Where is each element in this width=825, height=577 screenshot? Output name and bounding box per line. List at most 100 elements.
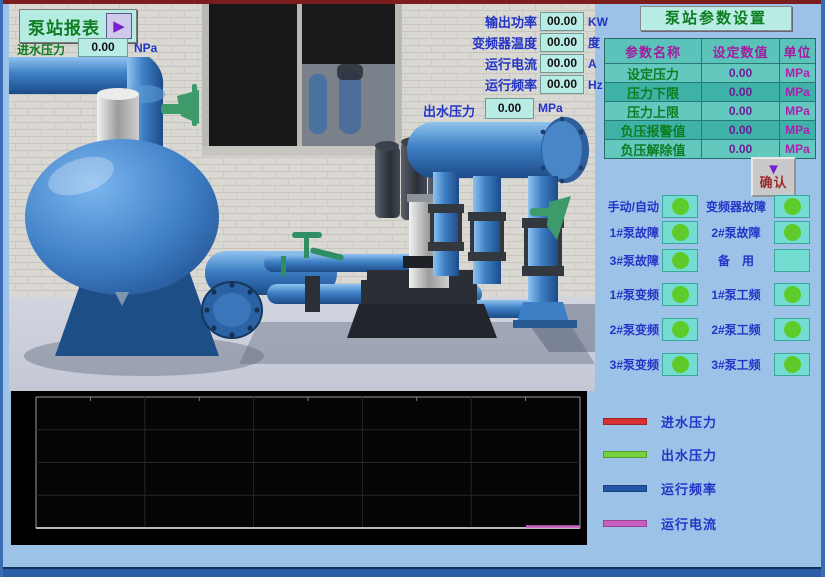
indicator-label: 备 用 [701,252,771,269]
readout-unit: KW [588,15,608,29]
trend-chart [11,391,587,545]
legend-label: 出水压力 [661,445,717,464]
legend-item: 运行电流 [603,515,821,531]
table-row: 设定压力 0.00 MPa [605,63,815,82]
param-value[interactable]: 0.00 [701,102,779,120]
status-lamp-icon [672,321,689,338]
param-unit: MPa [779,121,815,139]
column-header: 设定数值 [701,39,779,63]
status-lamp-box [662,318,698,341]
table-row: 压力上限 0.00 MPa [605,101,815,120]
play-icon[interactable]: ▶ [106,13,132,39]
status-lamp-box [662,283,698,306]
indicator-label: 1#泵工频 [701,286,771,303]
legend-swatch [603,418,647,425]
readout-label: 输出功率 [417,12,537,31]
table-row: 负压报警值 0.00 MPa [605,120,815,139]
confirm-button[interactable]: ▼ 确认 [751,157,796,197]
indicator-label: 手动/自动 [595,198,659,215]
readout-unit: 度 [588,34,600,51]
indicator-row: 手动/自动 变频器故障 [595,194,821,218]
indicator-row: 1#泵变频 1#泵工频 [595,282,821,306]
window-frame-bottom [3,567,825,577]
settings-panel-title: 泵站参数设置 [640,6,792,31]
legend-item: 运行频率 [603,480,821,496]
indicator-row: 3#泵故障 备 用 [595,248,821,272]
settings-table: 参数名称 设定数值 单位 设定压力 0.00 MPa 压力下限 0.00 MPa… [604,38,816,159]
param-name: 压力上限 [605,102,701,120]
status-lamp-icon [784,224,801,241]
legend-swatch [603,451,647,458]
readout-value: 00.00 [540,12,584,31]
param-name: 负压报警值 [605,121,701,139]
inlet-pressure-label: 进水压力 [17,41,65,58]
status-lamp-box [774,318,810,341]
column-header: 单位 [779,39,815,63]
readout-value: 00.00 [540,33,584,52]
param-value[interactable]: 0.00 [701,121,779,139]
legend-item: 出水压力 [603,446,821,462]
readout-value: 00.00 [540,54,584,73]
outlet-pressure-unit: MPa [538,101,563,115]
indicator-label: 2#泵工频 [701,321,771,338]
status-lamp-icon [784,356,801,373]
param-value[interactable]: 0.00 [701,83,779,101]
status-lamp-box [774,353,810,376]
legend-swatch [603,485,647,492]
indicator-label: 变频器故障 [701,198,771,215]
legend-label: 进水压力 [661,412,717,431]
table-row: 负压解除值 0.00 MPa [605,139,815,158]
indicator-row: 1#泵故障 2#泵故障 [595,220,821,244]
status-lamp-icon [672,198,689,215]
hmi-pump-station-screen: 泵站报表 ▶ 进水压力 0.00 NPa 输出功率 00.00 KW 变频器温度… [0,0,825,577]
status-lamp-icon [784,198,801,215]
readout-unit: A [588,57,597,71]
window [202,4,402,156]
param-name: 负压解除值 [605,140,701,158]
param-unit: MPa [779,64,815,82]
status-lamp-box [662,195,698,218]
readout-group: 输出功率 00.00 KW 变频器温度 00.00 度 运行电流 00.00 A… [417,11,608,95]
settings-table-header: 参数名称 设定数值 单位 [605,39,815,63]
readout-label: 变频器温度 [417,33,537,52]
indicator-label: 1#泵变频 [595,286,659,303]
status-lamp-icon [672,286,689,303]
status-lamp-box [774,283,810,306]
status-lamp-box [662,221,698,244]
indicator-label: 3#泵工频 [701,356,771,373]
legend-item: 进水压力 [603,413,821,429]
outlet-pressure-label: 出水压力 [423,101,475,120]
status-lamp-box [662,353,698,376]
indicator-label: 1#泵故障 [595,224,659,241]
indicator-label: 2#泵变频 [595,321,659,338]
status-lamp-box [774,249,810,272]
column-header: 参数名称 [605,39,701,63]
param-unit: MPa [779,102,815,120]
status-lamp-box [774,221,810,244]
legend-label: 运行电流 [661,514,717,533]
status-lamp-box [774,195,810,218]
status-lamp-icon [672,224,689,241]
readout-label: 运行电流 [417,54,537,73]
status-lamp-icon [784,286,801,303]
readout-label: 运行频率 [417,75,537,94]
indicator-row: 2#泵变频 2#泵工频 [595,317,821,341]
indicator-label: 3#泵变频 [595,356,659,373]
inlet-pressure-value: 0.00 [78,38,128,57]
table-row: 压力下限 0.00 MPa [605,82,815,101]
outlet-pressure-value: 0.00 [485,98,534,119]
indicator-row: 3#泵变频 3#泵工频 [595,352,821,376]
report-button-label: 泵站报表 [28,14,106,39]
readout-value: 00.00 [540,75,584,94]
readout-unit: Hz [588,78,603,92]
param-name: 设定压力 [605,64,701,82]
status-lamp-box [662,249,698,272]
param-value[interactable]: 0.00 [701,140,779,158]
param-unit: MPa [779,140,815,158]
status-lamp-icon [784,321,801,338]
param-name: 压力下限 [605,83,701,101]
confirm-button-label: 确认 [759,176,787,190]
param-value[interactable]: 0.00 [701,64,779,82]
legend-label: 运行频率 [661,479,717,498]
status-lamp-icon [672,252,689,269]
